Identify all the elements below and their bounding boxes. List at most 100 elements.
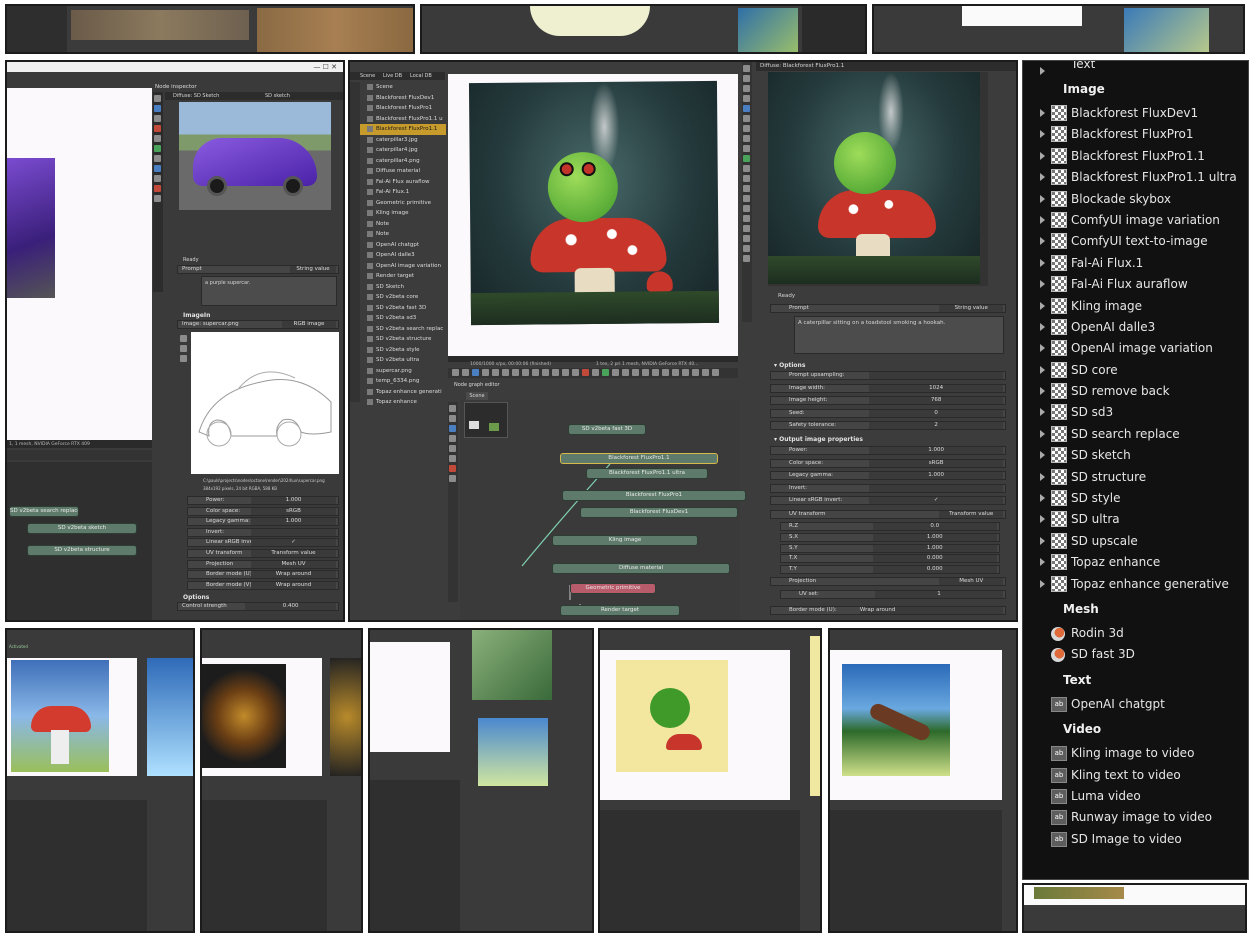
thumbnail-top-3[interactable] <box>872 4 1245 54</box>
graph-node[interactable]: Geometric primitive <box>570 583 656 594</box>
property-value[interactable]: 0.0 <box>872 523 997 530</box>
property-row[interactable]: UV transform Transform value <box>187 549 339 558</box>
toolbar-icon[interactable] <box>632 369 639 376</box>
render-viewport[interactable] <box>448 74 738 356</box>
property-row[interactable]: Power: 1.000 <box>770 446 1006 455</box>
toolbar-icon[interactable] <box>652 369 659 376</box>
inspector-tool-icon[interactable] <box>743 225 750 232</box>
inspector-tool-icon[interactable] <box>743 85 750 92</box>
section-options[interactable]: ▾ Options <box>770 360 809 371</box>
inspector-tool-icon[interactable] <box>743 185 750 192</box>
property-row[interactable]: Legacy gamma: 1.000 <box>187 517 339 527</box>
tree-item[interactable]: SD Sketch <box>360 282 446 293</box>
toolbar-icon[interactable] <box>682 369 689 376</box>
tree-item[interactable]: Fal-Ai Flux auraflow <box>360 177 446 188</box>
property-row[interactable]: Color space: sRGB <box>770 458 1006 468</box>
tool-icon[interactable] <box>154 155 161 162</box>
tool-icon[interactable] <box>154 115 161 122</box>
menu-item[interactable]: Blockade skybox <box>1023 189 1248 210</box>
tree-item[interactable]: SD v2beta fast 3D <box>360 303 446 314</box>
menu-item[interactable]: Topaz enhance generative <box>1023 574 1248 595</box>
tool-icon[interactable] <box>180 345 187 352</box>
node-editor-tab[interactable]: Scene <box>466 392 488 400</box>
tree-item[interactable]: Geometric primitive <box>360 198 446 209</box>
graph-node[interactable]: Blackforest FluxPro1.1 ultra <box>586 468 708 479</box>
toolbar-icon[interactable] <box>542 369 549 376</box>
tree-item[interactable]: Diffuse material <box>360 166 446 177</box>
property-row[interactable]: T.Y 0.000 <box>780 565 1000 575</box>
property-value[interactable] <box>869 372 1003 379</box>
menu-item[interactable]: ab Kling text to video <box>1023 765 1248 786</box>
tool-icon[interactable] <box>180 335 187 342</box>
property-value[interactable]: 1.000 <box>251 497 336 504</box>
tree-item[interactable]: caterpillar3.jpg <box>360 135 446 146</box>
tab-scene[interactable]: Scene <box>360 73 375 79</box>
menu-item[interactable]: ComfyUI image variation <box>1023 210 1248 231</box>
prompt-textarea[interactable]: A caterpillar sitting on a toadstool smo… <box>794 316 1004 354</box>
tool-icon[interactable] <box>154 145 161 152</box>
toolbar-icon[interactable] <box>692 369 699 376</box>
toolbar-icon[interactable] <box>592 369 599 376</box>
menu-item[interactable]: Topaz enhance <box>1023 552 1248 573</box>
property-row[interactable]: T.X 0.000 <box>780 554 1000 564</box>
property-value[interactable]: 1.000 <box>869 472 1003 480</box>
toolbar-icon[interactable] <box>602 369 609 376</box>
property-row[interactable]: Invert: <box>187 527 339 537</box>
toolbar-icon[interactable] <box>552 369 559 376</box>
tree-item[interactable]: SD v2beta ultra <box>360 355 446 366</box>
tool-icon[interactable] <box>154 165 161 172</box>
graph-tool-icon[interactable] <box>449 425 456 432</box>
inspector-tool-icon[interactable] <box>743 195 750 202</box>
property-value[interactable]: Wrap around <box>251 571 336 579</box>
menu-partial-text[interactable]: Text <box>1023 61 1248 75</box>
toolbar-icon[interactable] <box>672 369 679 376</box>
render-toolbar[interactable] <box>448 368 738 378</box>
property-row[interactable]: Legacy gamma: 1.000 <box>770 471 1006 481</box>
prompt-textarea[interactable]: a purple supercar. <box>201 276 337 306</box>
property-value[interactable] <box>251 528 336 536</box>
graph-tool-icon[interactable] <box>449 435 456 442</box>
property-value[interactable]: 2 <box>869 422 1003 430</box>
scene-tree[interactable]: Scene Blackforest FluxDev1 Blackforest Flu… <box>360 82 446 412</box>
tree-item[interactable]: caterpillar4.png <box>360 156 446 167</box>
property-row[interactable]: Color space: sRGB <box>187 506 339 516</box>
inspector-tool-icon[interactable] <box>743 205 750 212</box>
tree-item[interactable]: Topaz enhance <box>360 397 446 408</box>
thumbnail-bottom-4[interactable] <box>598 628 822 933</box>
inspector-tool-icon[interactable] <box>743 75 750 82</box>
toolbar-icon[interactable] <box>572 369 579 376</box>
property-row[interactable]: Border mode (V): Wrap around <box>187 580 339 590</box>
uv-transform-row[interactable]: UV transform Transform value <box>770 510 1006 519</box>
tool-icon[interactable] <box>180 355 187 362</box>
window-left-supercar[interactable]: — ☐ ✕ 1, 1 mesh, NVIDIA GeForce RTX 409 … <box>5 60 345 622</box>
window-titlebar[interactable]: — ☐ ✕ <box>7 62 343 72</box>
property-row[interactable]: S.Y 1.000 <box>780 543 1000 553</box>
toolbar-icon[interactable] <box>452 369 459 376</box>
graph-node[interactable]: Kling image <box>552 535 698 546</box>
menu-item[interactable]: SD style <box>1023 488 1248 509</box>
menu-item[interactable]: Fal-Ai Flux auraflow <box>1023 274 1248 295</box>
property-value[interactable] <box>869 484 1003 492</box>
menu-item[interactable]: ab OpenAI chatgpt <box>1023 694 1248 715</box>
thumbnail-bottom-1[interactable]: Activated <box>5 628 195 933</box>
property-value[interactable]: Mesh UV <box>251 560 336 568</box>
menu-item[interactable]: Blackforest FluxDev1 <box>1023 103 1248 124</box>
property-value[interactable]: sRGB <box>251 507 336 515</box>
thumbnail-bottom-2[interactable] <box>200 628 363 933</box>
property-row[interactable]: Invert: <box>770 483 1006 493</box>
property-value[interactable]: 0.000 <box>872 566 997 574</box>
inspector-tool-icon[interactable] <box>743 165 750 172</box>
prompt-row[interactable]: Prompt String value <box>177 265 339 274</box>
tree-item[interactable]: temp_6334.png <box>360 376 446 387</box>
tool-icon[interactable] <box>154 195 161 202</box>
uv-set-row[interactable]: UV set: 1 <box>780 590 1006 599</box>
property-value[interactable]: 0.000 <box>872 555 997 563</box>
node-sketch[interactable]: SD v2beta sketch <box>27 523 137 534</box>
property-value[interactable]: ✓ <box>251 539 336 547</box>
menu-item[interactable]: SD sketch <box>1023 445 1248 466</box>
tree-item[interactable]: SD v2beta structure <box>360 334 446 345</box>
menu-item[interactable]: ComfyUI text-to-image <box>1023 231 1248 252</box>
property-row[interactable]: Linear sRGB invert: ✓ <box>770 496 1006 506</box>
menu-item[interactable]: SD sd3 <box>1023 402 1248 423</box>
tree-item[interactable]: Note <box>360 229 446 240</box>
